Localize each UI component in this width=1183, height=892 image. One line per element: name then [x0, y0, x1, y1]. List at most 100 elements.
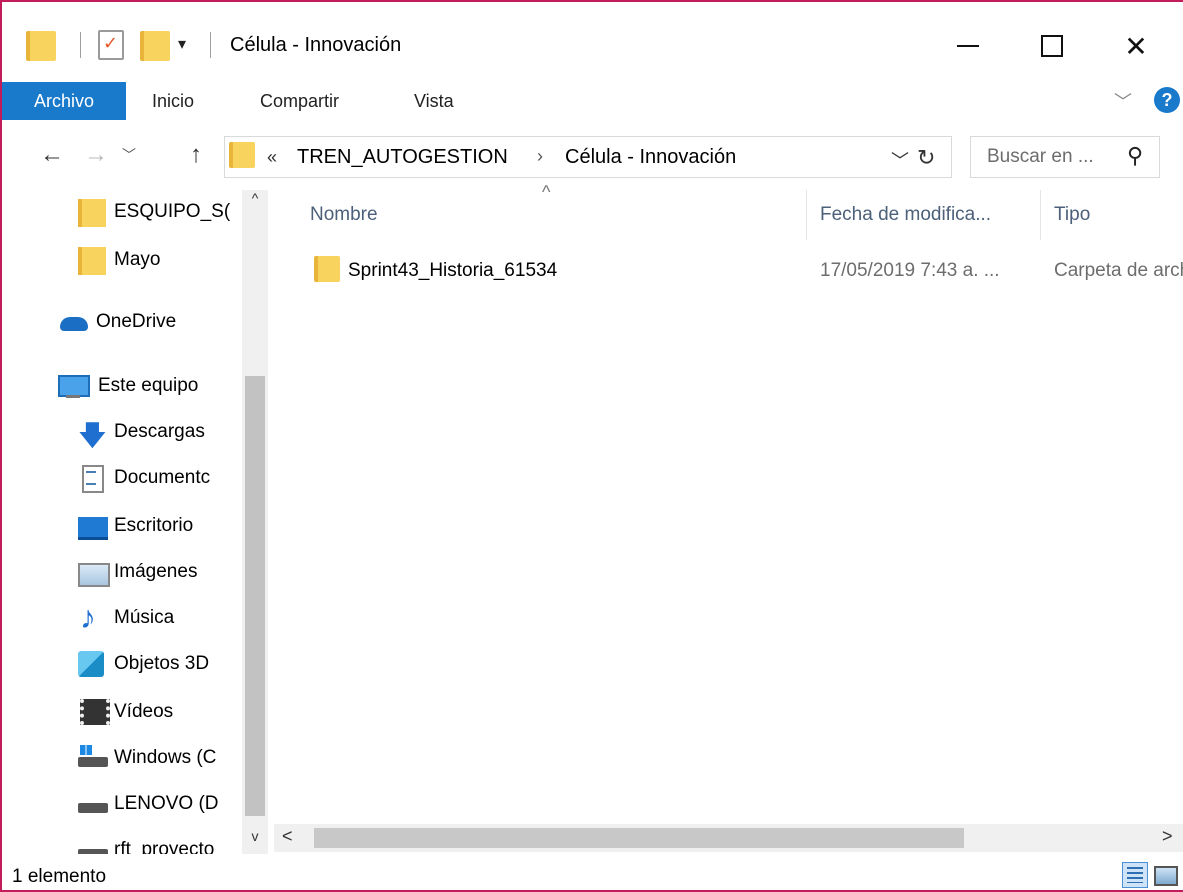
address-bar[interactable]: « TREN_AUTOGESTION › Célula - Innovación…: [224, 136, 952, 178]
folder-icon: [314, 256, 340, 282]
file-date: 17/05/2019 7:43 a. ...: [820, 260, 1000, 281]
scroll-right-arrow-icon[interactable]: >: [1162, 826, 1173, 847]
explorer-window: ▾ Célula - Innovación ✕ Archivo Inicio C…: [0, 0, 1183, 892]
sidebar-item-esquipo[interactable]: ESQUIPO_S(: [78, 192, 230, 232]
back-arrow-icon[interactable]: ←: [32, 136, 72, 174]
sidebar-item-label: Escritorio: [114, 515, 194, 536]
search-placeholder: Buscar en ...: [987, 146, 1094, 167]
sidebar-item-label: Vídeos: [114, 701, 174, 722]
sidebar-item-imagenes[interactable]: Imágenes: [78, 552, 197, 592]
sidebar-item-musica[interactable]: Música: [78, 598, 174, 638]
details-view-icon[interactable]: [1122, 862, 1148, 888]
new-folder-icon[interactable]: [140, 29, 170, 63]
status-bar: 1 elemento: [2, 854, 1183, 890]
properties-icon[interactable]: [98, 30, 124, 60]
tab-archivo[interactable]: Archivo: [2, 82, 126, 120]
folder-icon: [78, 247, 106, 275]
sidebar-item-objetos-3d[interactable]: Objetos 3D: [78, 644, 209, 684]
sidebar-item-label: Objetos 3D: [114, 653, 210, 674]
sidebar-item-label: Imágenes: [114, 561, 198, 582]
sidebar-item-label: rft_proyecto: [114, 839, 215, 854]
pictures-icon: [78, 559, 110, 587]
column-header-nombre[interactable]: Nombre: [310, 190, 378, 240]
sidebar-item-label: Descargas: [114, 421, 205, 442]
3d-objects-icon: [78, 651, 104, 677]
sidebar-item-label: ESQUIPO_S(: [114, 201, 231, 222]
sidebar-item-label: Este equipo: [98, 375, 199, 396]
sidebar-scrollbar[interactable]: ^ v: [242, 190, 268, 854]
column-divider[interactable]: [1040, 190, 1041, 240]
refresh-icon[interactable]: ↻: [917, 145, 935, 171]
scroll-down-arrow-icon[interactable]: v: [242, 828, 268, 852]
videos-icon: [78, 699, 110, 725]
window-title: Célula - Innovación: [230, 34, 402, 56]
sidebar-item-documentos[interactable]: Documentc: [78, 458, 210, 498]
sidebar-item-escritorio[interactable]: Escritorio: [78, 506, 193, 546]
expand-ribbon-chevron-icon[interactable]: ﹀: [1114, 88, 1132, 114]
scroll-left-arrow-icon[interactable]: <: [282, 826, 293, 847]
column-header-fecha[interactable]: Fecha de modifica...: [820, 190, 991, 240]
onedrive-icon: [58, 309, 90, 335]
up-arrow-icon[interactable]: ↑: [176, 136, 216, 174]
navigation-bar: ← → ﹀ ↑ « TREN_AUTOGESTION › Célula - In…: [2, 126, 1183, 184]
address-dropdown-icon[interactable]: ﹀: [891, 147, 909, 173]
maximize-icon: [1041, 35, 1063, 57]
sidebar-item-onedrive[interactable]: OneDrive: [58, 302, 176, 342]
sidebar-item-videos[interactable]: Vídeos: [78, 692, 173, 732]
file-type: Carpeta de archivos: [1054, 260, 1183, 281]
sidebar-item-label: Documentc: [114, 467, 211, 488]
drive-icon: [78, 791, 108, 817]
tab-compartir[interactable]: Compartir: [260, 82, 339, 120]
forward-arrow-icon[interactable]: →: [76, 136, 116, 174]
tab-inicio[interactable]: Inicio: [152, 82, 194, 120]
music-icon: [78, 599, 104, 636]
sidebar-item-rft-proyecto[interactable]: rft_proyecto: [78, 830, 214, 854]
scroll-up-arrow-icon[interactable]: ^: [242, 190, 268, 214]
downloads-icon: [78, 415, 107, 463]
computer-icon: [58, 373, 90, 399]
minimize-icon: [957, 45, 979, 47]
sidebar-item-lenovo-d[interactable]: LENOVO (D: [78, 784, 219, 824]
window-folder-icon[interactable]: [26, 29, 56, 63]
breadcrumb-celula-innovacion[interactable]: Célula - Innovación: [565, 146, 736, 169]
file-name: Sprint43_Historia_61534: [348, 260, 558, 281]
column-header-tipo[interactable]: Tipo: [1054, 190, 1090, 240]
horizontal-scroll-thumb[interactable]: [314, 828, 964, 848]
breadcrumb-tren-autogestion[interactable]: TREN_AUTOGESTION: [297, 146, 508, 169]
sidebar-item-label: LENOVO (D: [114, 793, 219, 814]
help-icon[interactable]: ?: [1154, 87, 1180, 113]
file-row[interactable]: Sprint43_Historia_61534 17/05/2019 7:43 …: [310, 252, 1183, 292]
file-list: ^ Nombre Fecha de modifica... Tipo Sprin…: [274, 182, 1183, 854]
network-drive-icon: [78, 837, 108, 854]
customize-qa-dropdown-icon[interactable]: ▾: [178, 34, 186, 54]
close-icon: ✕: [1124, 30, 1148, 62]
qa-separator: [80, 32, 81, 58]
folder-icon: [78, 199, 106, 227]
desktop-icon: [78, 513, 108, 540]
sidebar-item-label: Música: [114, 607, 175, 628]
maximize-button[interactable]: [1022, 20, 1082, 72]
sidebar-item-mayo[interactable]: Mayo: [78, 240, 160, 280]
sidebar-scroll-thumb[interactable]: [245, 376, 265, 816]
sort-ascending-icon: ^: [542, 182, 551, 202]
address-overflow-icon[interactable]: «: [267, 147, 277, 168]
recent-locations-chevron-icon[interactable]: ﹀: [114, 136, 144, 174]
sidebar-item-este-equipo[interactable]: Este equipo: [58, 366, 198, 406]
breadcrumb-separator-icon[interactable]: ›: [537, 146, 543, 167]
sidebar-item-descargas[interactable]: Descargas: [78, 412, 205, 463]
large-icons-view-icon[interactable]: [1152, 862, 1178, 888]
search-icon[interactable]: ⚲: [1127, 143, 1143, 169]
search-box[interactable]: Buscar en ... ⚲: [970, 136, 1160, 178]
close-button[interactable]: ✕: [1106, 20, 1166, 72]
column-divider[interactable]: [806, 190, 807, 240]
sidebar-item-windows-c[interactable]: Windows (C: [78, 738, 216, 778]
documents-icon: [78, 465, 104, 493]
windows-drive-icon: [78, 745, 108, 771]
tab-vista[interactable]: Vista: [414, 82, 454, 120]
item-count: 1 elemento: [12, 866, 107, 887]
minimize-button[interactable]: [938, 20, 998, 72]
sidebar-item-label: OneDrive: [96, 311, 177, 332]
sidebar-item-label: Mayo: [114, 249, 161, 270]
horizontal-scrollbar[interactable]: < >: [274, 824, 1183, 852]
title-bar: ▾ Célula - Innovación ✕: [2, 2, 1183, 86]
